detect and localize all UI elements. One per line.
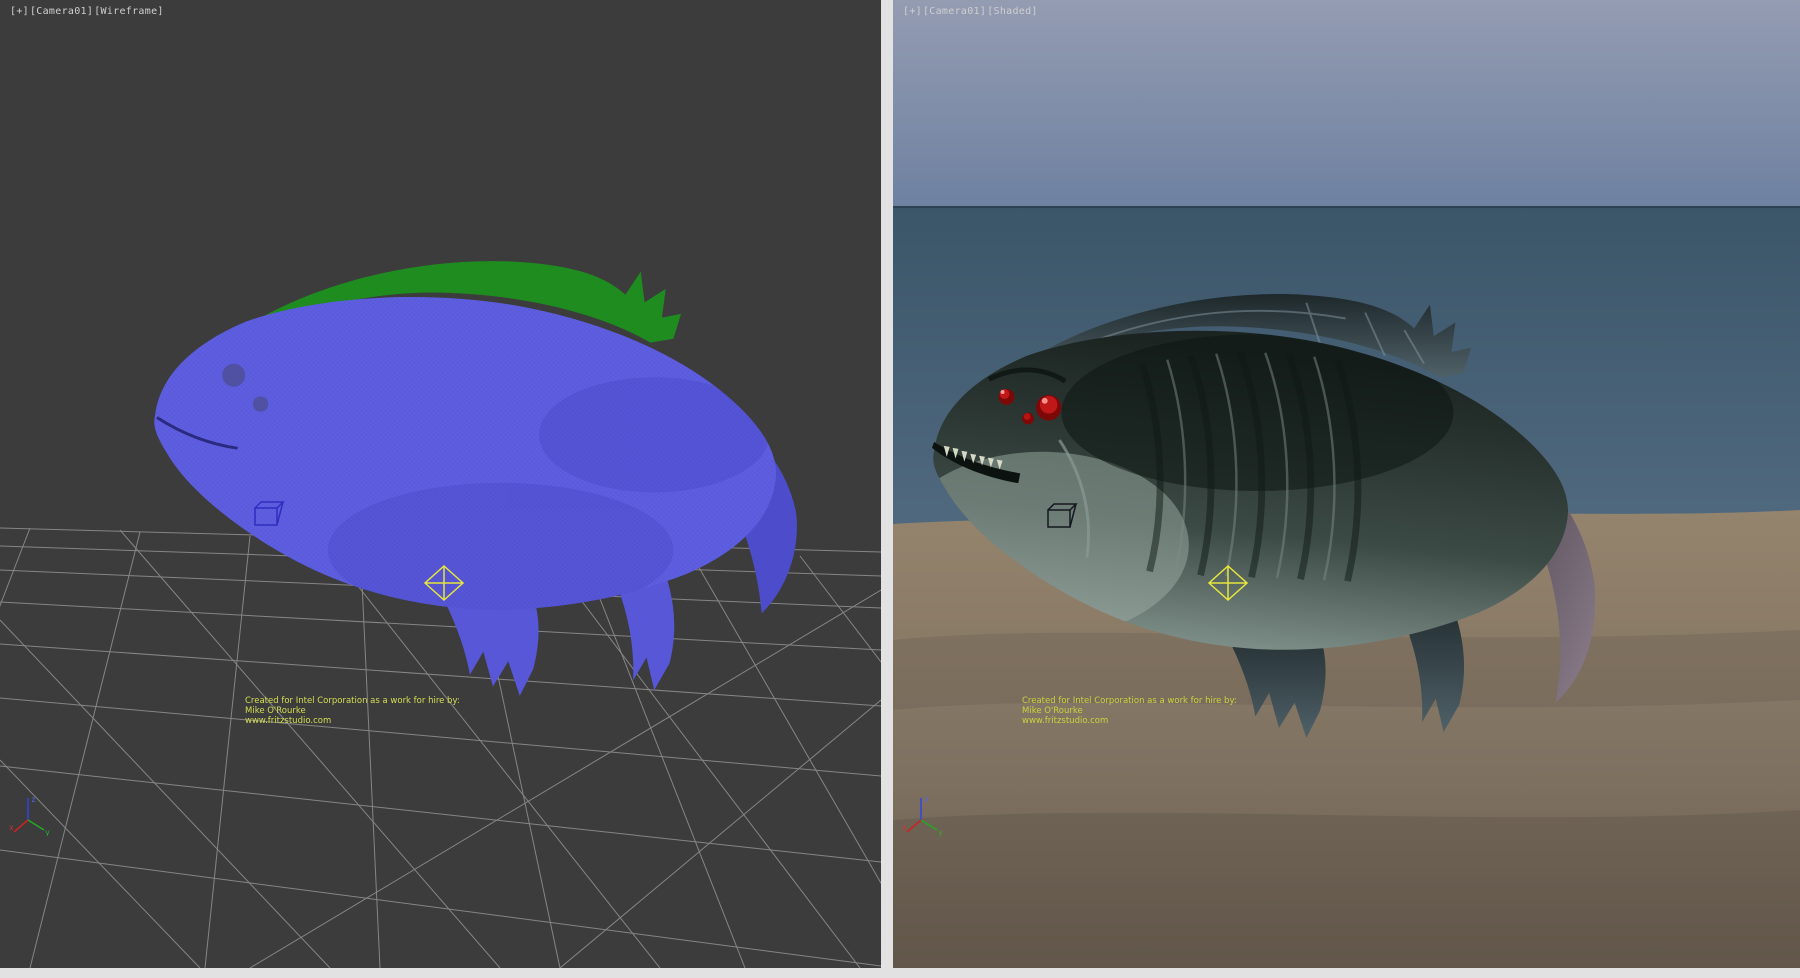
viewport-camera01-shaded[interactable]: [+][Camera01][Shaded] xyxy=(893,0,1800,968)
y-axis-label: y xyxy=(938,828,943,836)
fish-model-wireframe[interactable] xyxy=(154,261,797,696)
world-axis-tripod-icon: z x y xyxy=(8,788,52,836)
viewport-label: [+][Camera01][Shaded] xyxy=(903,6,1039,17)
viewport-pov-menu[interactable]: [Camera01] xyxy=(923,6,986,17)
y-axis-label: y xyxy=(45,828,50,836)
z-axis-label: z xyxy=(31,795,36,804)
viewport-splitter-vertical[interactable] xyxy=(881,0,893,968)
viewport-general-menu[interactable]: [+] xyxy=(903,6,922,17)
scene-credit-text: Created for Intel Corporation as a work … xyxy=(1022,696,1237,726)
viewport-shading-menu[interactable]: [Shaded] xyxy=(987,6,1038,17)
viewport-label: [+][Camera01][Wireframe] xyxy=(10,6,165,17)
viewport-camera01-wireframe[interactable]: [+][Camera01][Wireframe] xyxy=(0,0,881,968)
shaded-scene-canvas[interactable] xyxy=(893,0,1800,968)
viewport-pov-menu[interactable]: [Camera01] xyxy=(30,6,93,17)
eye-small xyxy=(253,396,268,411)
x-axis-label: x xyxy=(9,823,14,832)
viewport-shading-menu[interactable]: [Wireframe] xyxy=(94,6,164,17)
viewport-splitter-horizontal[interactable] xyxy=(0,968,1800,978)
world-axis-tripod-icon: z x y xyxy=(901,788,945,836)
credit-line-1: Created for Intel Corporation as a work … xyxy=(1022,696,1237,706)
sky xyxy=(893,0,1800,207)
eye xyxy=(222,364,245,387)
credit-line-2: Mike O'Rourke xyxy=(1022,706,1237,716)
credit-line-3: www.fritzstudio.com xyxy=(1022,716,1237,726)
ground-dark xyxy=(893,810,1800,968)
wireframe-scene-canvas[interactable] xyxy=(0,0,881,968)
viewport-general-menu[interactable]: [+] xyxy=(10,6,29,17)
credit-line-2: Mike O'Rourke xyxy=(245,706,460,716)
credit-line-3: www.fritzstudio.com xyxy=(245,716,460,726)
z-axis-label: z xyxy=(924,795,929,804)
viewport-layout: [+][Camera01][Wireframe] xyxy=(0,0,1800,978)
credit-line-1: Created for Intel Corporation as a work … xyxy=(245,696,460,706)
x-axis-label: x xyxy=(902,823,907,832)
scene-credit-text: Created for Intel Corporation as a work … xyxy=(245,696,460,726)
